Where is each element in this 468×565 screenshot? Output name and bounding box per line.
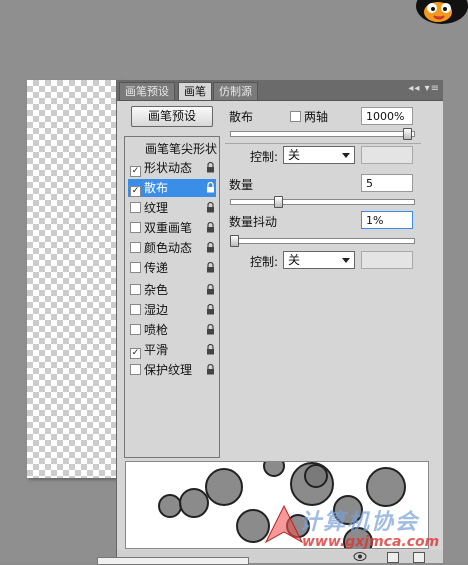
brush-setting-checkbox[interactable] — [130, 304, 141, 315]
tab-clone-source[interactable]: 仿制源 — [213, 82, 258, 100]
brush-setting-label: 形状动态 — [144, 161, 193, 175]
control-label: 控制: — [250, 150, 279, 164]
lock-icon[interactable] — [206, 304, 215, 315]
brush-setting-item[interactable]: 颜色动态 — [128, 239, 216, 257]
lock-icon[interactable] — [206, 324, 215, 335]
control-value-disabled-2 — [361, 251, 413, 269]
brush-setting-label: 平滑 — [144, 343, 169, 357]
watermark: 计算机协会 www.gxjmca.com — [262, 500, 468, 563]
brush-setting-checkbox[interactable] — [130, 364, 141, 375]
brush-setting-item[interactable]: ✓ 散布 — [128, 179, 216, 197]
count-jitter-slider-track[interactable] — [230, 238, 415, 244]
divider — [225, 143, 421, 144]
count-label: 数量 — [229, 178, 254, 192]
lock-icon[interactable] — [206, 284, 215, 295]
watermark-url: www.gxjmca.com — [302, 534, 440, 550]
count-slider-thumb[interactable] — [274, 196, 284, 208]
count-jitter-label: 数量抖动 — [229, 215, 278, 229]
tab-brush-presets[interactable]: 画笔预设 — [119, 82, 175, 100]
brush-setting-checkbox[interactable] — [130, 284, 141, 295]
brush-setting-item[interactable]: 喷枪 — [128, 321, 216, 339]
count-jitter-value-input[interactable]: 1% — [361, 211, 413, 229]
brush-setting-checkbox[interactable] — [130, 242, 141, 253]
chevron-down-icon — [342, 258, 350, 263]
chevron-down-icon — [342, 153, 350, 158]
lock-icon[interactable] — [206, 262, 215, 273]
brush-setting-checkbox[interactable]: ✓ — [130, 166, 141, 177]
brush-setting-item[interactable]: 湿边 — [128, 301, 216, 319]
count-jitter-slider-thumb[interactable] — [230, 235, 239, 247]
brush-panel: 画笔预设 画笔 仿制源 ◂◂ ▾≡ 画笔预设 画笔笔尖形状 ✓ 形状动态 ✓ 散布 纹理… — [116, 80, 443, 563]
brush-setting-checkbox[interactable]: ✓ — [130, 348, 141, 359]
mascot-logo — [416, 0, 468, 24]
brush-setting-item[interactable]: 杂色 — [128, 281, 216, 299]
control-dropdown[interactable]: 关 — [283, 146, 355, 164]
brush-setting-item[interactable]: 双重画笔 — [128, 219, 216, 237]
brush-setting-item[interactable]: ✓ 形状动态 — [128, 159, 216, 177]
transparent-canvas[interactable] — [27, 80, 122, 478]
document-tab[interactable] — [97, 557, 249, 565]
both-axes-checkbox[interactable] — [290, 111, 301, 122]
brush-setting-checkbox[interactable] — [130, 222, 141, 233]
both-axes-label: 两轴 — [304, 110, 329, 124]
count-slider-track[interactable] — [230, 199, 415, 205]
brush-setting-checkbox[interactable] — [130, 324, 141, 335]
brush-settings-list: 画笔笔尖形状 ✓ 形状动态 ✓ 散布 纹理 双重画笔 颜色动态 传递 杂色 湿边 喷枪 ✓ 平滑 保护纹理 — [124, 136, 220, 458]
brush-setting-label: 纹理 — [144, 201, 169, 215]
control-dropdown-2[interactable]: 关 — [283, 251, 355, 269]
brush-setting-checkbox[interactable]: ✓ — [130, 186, 141, 197]
brush-setting-checkbox[interactable] — [130, 202, 141, 213]
count-value-input[interactable]: 5 — [361, 174, 413, 192]
brush-setting-label: 湿边 — [144, 303, 169, 317]
brush-tip-shape-item[interactable]: 画笔笔尖形状 — [125, 140, 219, 157]
panel-tab-bar: 画笔预设 画笔 仿制源 ◂◂ ▾≡ — [117, 80, 443, 101]
brush-setting-label: 散布 — [144, 181, 169, 195]
lock-icon[interactable] — [206, 242, 215, 253]
tab-brush[interactable]: 画笔 — [178, 82, 212, 100]
brush-setting-label: 喷枪 — [144, 323, 169, 337]
brush-setting-item[interactable]: ✓ 平滑 — [128, 341, 216, 359]
brush-presets-button[interactable]: 画笔预设 — [131, 106, 213, 127]
brush-setting-label: 双重画笔 — [144, 221, 193, 235]
brush-setting-label: 传递 — [144, 261, 169, 275]
brush-setting-label: 保护纹理 — [144, 363, 193, 377]
scatter-label: 散布 — [229, 110, 254, 124]
scatter-slider-track[interactable] — [230, 131, 415, 137]
watermark-text: 计算机协会 — [299, 510, 420, 535]
brush-setting-item[interactable]: 纹理 — [128, 199, 216, 217]
control-label-2: 控制: — [250, 255, 279, 269]
lock-icon[interactable] — [206, 222, 215, 233]
brush-setting-item[interactable]: 传递 — [128, 259, 216, 277]
lock-icon[interactable] — [206, 344, 215, 355]
control-value-disabled — [361, 146, 413, 164]
lock-icon[interactable] — [206, 162, 215, 173]
lock-icon[interactable] — [206, 182, 215, 193]
both-axes-option[interactable]: 两轴 — [288, 108, 328, 125]
brush-setting-item[interactable]: 保护纹理 — [128, 361, 216, 379]
brush-setting-checkbox[interactable] — [130, 262, 141, 273]
brush-setting-label: 颜色动态 — [144, 241, 193, 255]
lock-icon[interactable] — [206, 364, 215, 375]
scatter-slider-thumb[interactable] — [403, 128, 413, 140]
brush-setting-label: 杂色 — [144, 283, 169, 297]
panel-menu-buttons[interactable]: ◂◂ ▾≡ — [408, 83, 440, 94]
scatter-value-input[interactable]: 1000% — [361, 107, 413, 125]
lock-icon[interactable] — [206, 202, 215, 213]
